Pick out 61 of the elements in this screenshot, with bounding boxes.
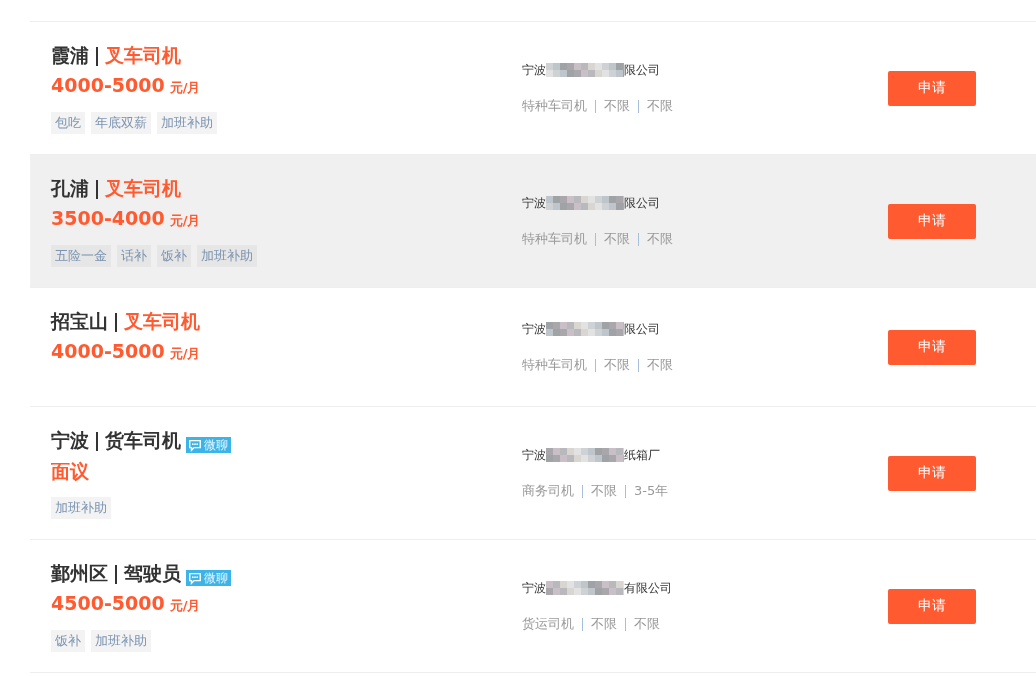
job-requirement: 特种车司机 <box>522 230 587 248</box>
job-location: 孔浦 <box>51 176 89 201</box>
company-name-end: 限公司 <box>624 61 660 79</box>
job-requirement: 不限 <box>604 97 630 115</box>
benefit-tag: 年底双薪 <box>91 112 151 134</box>
job-requirement: 不限 <box>634 615 660 633</box>
company-name-start: 宁波 <box>522 446 546 464</box>
company-name-start: 宁波 <box>522 579 546 597</box>
salary-amount: 3500-4000 <box>51 207 165 229</box>
benefit-tag: 加班补助 <box>157 112 217 134</box>
job-requirement: 不限 <box>604 356 630 374</box>
chat-badge[interactable]: 微聊 <box>186 570 231 586</box>
benefit-tag: 话补 <box>117 245 151 267</box>
company-name-end: 限公司 <box>624 194 660 212</box>
apply-button[interactable]: 申请 <box>888 588 976 624</box>
apply-button[interactable]: 申请 <box>888 455 976 491</box>
salary-amount: 面议 <box>51 459 89 484</box>
job-title: 驾驶员 <box>124 561 181 586</box>
job-requirement: 不限 <box>591 615 617 633</box>
company-name-end: 纸箱厂 <box>624 446 660 464</box>
benefit-tag: 加班补助 <box>51 497 111 519</box>
benefit-tag: 包吃 <box>51 112 85 134</box>
job-requirement: 3-5年 <box>634 482 669 500</box>
salary-amount: 4500-5000 <box>51 592 165 614</box>
benefit-tag: 五险一金 <box>51 245 111 267</box>
job-location: 招宝山 <box>51 309 108 334</box>
salary-unit: 元/月 <box>169 79 201 97</box>
company-name-end: 限公司 <box>624 320 660 338</box>
job-requirement: 不限 <box>647 97 673 115</box>
company-name-start: 宁波 <box>522 61 546 79</box>
apply-button[interactable]: 申请 <box>888 203 976 239</box>
job-location: 霞浦 <box>51 43 89 68</box>
company-name-start: 宁波 <box>522 194 546 212</box>
job-requirement: 不限 <box>591 482 617 500</box>
job-requirement: 不限 <box>604 230 630 248</box>
benefit-tag: 加班补助 <box>91 630 151 652</box>
salary-unit: 元/月 <box>169 212 201 230</box>
salary-unit: 元/月 <box>169 597 201 615</box>
benefit-tag: 饭补 <box>51 630 85 652</box>
job-location: 宁波 <box>51 428 89 453</box>
job-title: 货车司机 <box>105 428 181 453</box>
chat-badge[interactable]: 微聊 <box>186 437 231 453</box>
job-title: 叉车司机 <box>105 176 181 201</box>
company-name-start: 宁波 <box>522 320 546 338</box>
job-requirement: 货运司机 <box>522 615 574 633</box>
job-title: 叉车司机 <box>105 43 181 68</box>
job-requirement: 不限 <box>647 356 673 374</box>
job-requirement: 商务司机 <box>522 482 574 500</box>
benefit-tag: 饭补 <box>157 245 191 267</box>
apply-button[interactable]: 申请 <box>888 70 976 106</box>
salary-amount: 4000-5000 <box>51 74 165 96</box>
job-requirement: 不限 <box>647 230 673 248</box>
job-requirement: 特种车司机 <box>522 356 587 374</box>
job-title: 叉车司机 <box>124 309 200 334</box>
job-requirement: 特种车司机 <box>522 97 587 115</box>
apply-button[interactable]: 申请 <box>888 329 976 365</box>
salary-amount: 4000-5000 <box>51 340 165 362</box>
benefit-tag: 加班补助 <box>197 245 257 267</box>
company-name-end: 有限公司 <box>624 579 672 597</box>
salary-unit: 元/月 <box>169 345 201 363</box>
job-location: 鄞州区 <box>51 561 108 586</box>
